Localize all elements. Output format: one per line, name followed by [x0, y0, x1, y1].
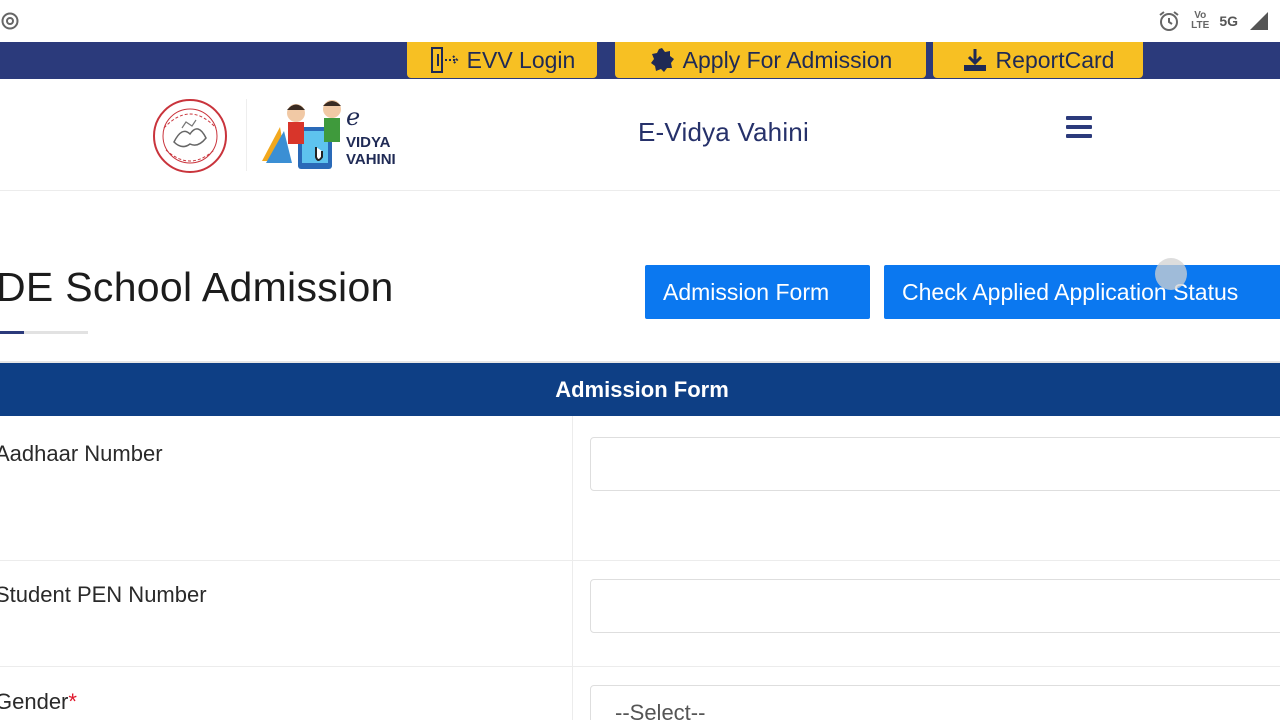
form-column-divider	[572, 416, 573, 720]
admission-form-button[interactable]: Admission Form	[645, 265, 870, 319]
aadhaar-number-input[interactable]	[590, 437, 1280, 491]
volte-indicator: Vo LTE	[1191, 11, 1209, 31]
apply-for-admission-button[interactable]: Apply For Admission	[615, 42, 926, 78]
evv-login-button[interactable]: EVV Login	[407, 42, 597, 78]
settings-gear-icon	[1, 12, 19, 30]
form-header-title: Admission Form	[555, 376, 729, 402]
volte-line2: LTE	[1191, 20, 1210, 31]
apply-for-admission-label: Apply For Admission	[682, 46, 893, 73]
student-pen-number-label: Student PEN Number	[0, 582, 207, 607]
network-type: 5G	[1219, 13, 1238, 29]
logo-text-e: e	[346, 103, 361, 131]
site-title: E-Vidya Vahini	[638, 117, 809, 147]
logo-divider	[246, 99, 247, 171]
page-title: DE School Admission	[0, 264, 394, 310]
e-vidya-vahini-logo[interactable]: e VIDYA VAHINI	[258, 97, 408, 175]
reportcard-button[interactable]: ReportCard	[933, 42, 1143, 78]
signal-icon	[1250, 12, 1268, 30]
hamburger-menu-icon[interactable]	[1066, 116, 1092, 138]
gender-label-text: Gender	[0, 689, 69, 714]
check-application-status-button[interactable]: Check Applied Application Status	[884, 265, 1280, 319]
gender-label: Gender*	[0, 689, 77, 715]
aadhaar-number-label: Aadhaar Number	[0, 441, 163, 466]
reportcard-label: ReportCard	[995, 46, 1115, 73]
title-underline-accent	[0, 331, 24, 334]
touch-indicator	[1155, 258, 1187, 290]
children-tablet-icon	[262, 100, 341, 169]
required-asterisk: *	[68, 689, 77, 714]
gender-select-value: --Select--	[615, 700, 706, 720]
page: Vo LTE 5G EVV Login Apply For Admission	[0, 0, 1280, 720]
gender-select[interactable]: --Select--	[590, 685, 1280, 720]
status-bar: Vo LTE 5G	[0, 0, 1280, 42]
form-row-divider	[0, 560, 1280, 561]
status-icons: Vo LTE 5G	[1157, 7, 1270, 35]
login-door-icon	[430, 47, 459, 73]
hamburger-line	[1066, 116, 1092, 120]
download-icon	[963, 49, 986, 71]
top-nav-bar: EVV Login Apply For Admission ReportCard	[0, 42, 1280, 79]
government-seal-logo[interactable]	[152, 98, 228, 174]
logo-text-vidya: VIDYA	[346, 134, 391, 151]
evv-login-label: EVV Login	[466, 46, 576, 73]
hamburger-line	[1066, 134, 1092, 138]
logo-text-vahini: VAHINI	[346, 151, 396, 168]
form-row-divider	[0, 666, 1280, 667]
seal-badge-icon	[650, 48, 674, 72]
alarm-icon	[1159, 11, 1179, 31]
hamburger-line	[1066, 125, 1092, 129]
student-pen-number-input[interactable]	[590, 579, 1280, 633]
form-header: Admission Form	[0, 363, 1280, 416]
